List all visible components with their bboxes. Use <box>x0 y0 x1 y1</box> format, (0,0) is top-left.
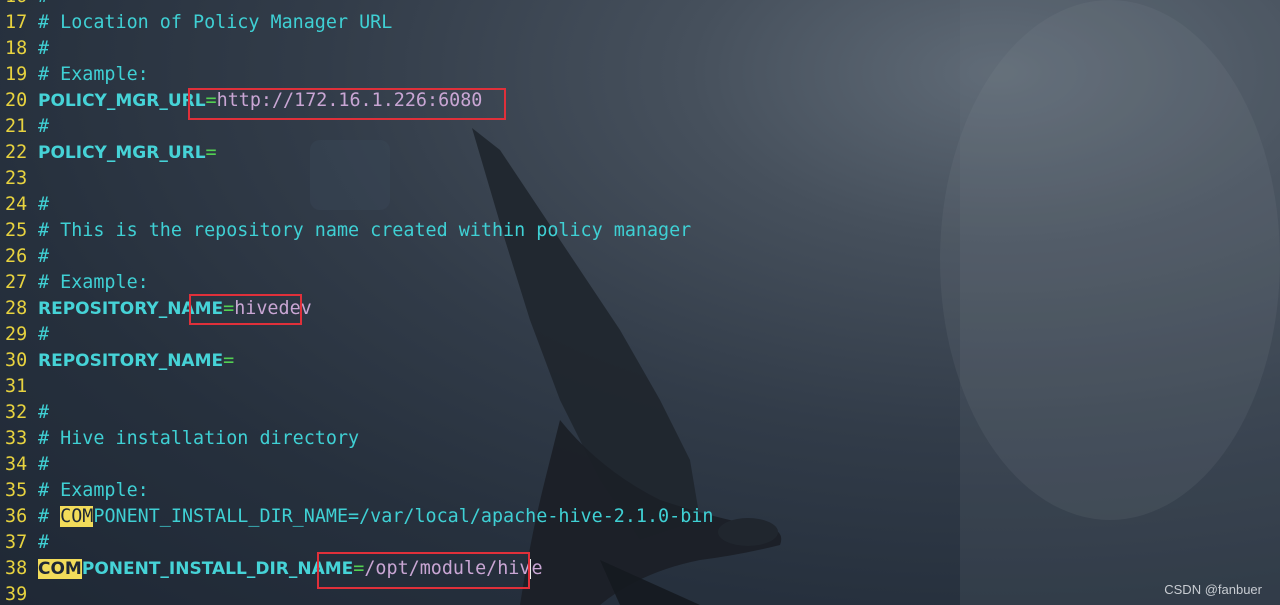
equals-sign: = <box>353 558 365 579</box>
line-number: 33 <box>5 428 28 449</box>
equals-sign: = <box>205 90 217 111</box>
editor-line: 37 # <box>0 530 1280 556</box>
line-number: 27 <box>5 272 28 293</box>
comment-text: # This is the repository name created wi… <box>38 220 692 241</box>
editor-line: 18 # <box>0 36 1280 62</box>
comment-text: PONENT_INSTALL_DIR_NAME=/var/local/apach… <box>93 506 714 527</box>
line-number: 21 <box>5 116 28 137</box>
config-value: hivedev <box>234 298 312 319</box>
editor-line: 33 # Hive installation directory <box>0 426 1280 452</box>
config-key: REPOSITORY_NAME <box>38 351 224 371</box>
comment-text: # Hive installation directory <box>38 428 360 449</box>
line-number: 34 <box>5 454 28 475</box>
comment-text: # <box>38 246 50 267</box>
comment-text: # Location of Policy Manager URL <box>38 12 393 33</box>
editor-line: 38 COMPONENT_INSTALL_DIR_NAME=/opt/module… <box>0 556 1280 582</box>
comment-text: # <box>38 454 50 475</box>
search-highlight: COM <box>60 506 94 527</box>
line-number: 36 <box>5 506 28 527</box>
equals-sign: = <box>223 298 235 319</box>
comment-text: # <box>38 0 49 7</box>
comment-text: # <box>38 324 50 345</box>
line-number: 23 <box>5 168 28 189</box>
line-number: 30 <box>5 350 28 371</box>
vim-editor[interactable]: 16# 17# Location of Policy Manager URL 1… <box>0 0 1280 605</box>
line-number: 31 <box>5 376 28 397</box>
editor-line: 34 # <box>0 452 1280 478</box>
equals-sign: = <box>223 350 235 371</box>
comment-text: # <box>38 532 50 553</box>
editor-line: 17 # Location of Policy Manager URL <box>0 10 1280 36</box>
comment-text: # <box>38 116 50 137</box>
line-number: 20 <box>5 90 28 111</box>
watermark: CSDN @fanbuer <box>1164 582 1262 597</box>
line-number: 39 <box>5 584 28 605</box>
line-number: 32 <box>5 402 28 423</box>
config-value-after-cursor: e <box>531 558 543 579</box>
comment-text: # Example: <box>38 64 149 85</box>
editor-line: 35 # Example: <box>0 478 1280 504</box>
comment-text: # <box>38 38 50 59</box>
line-number: 29 <box>5 324 28 345</box>
line-number: 28 <box>5 298 28 319</box>
line-number: 38 <box>5 558 28 579</box>
config-value: /opt/module/hiv <box>364 558 531 579</box>
editor-line: 20 POLICY_MGR_URL=http://172.16.1.226:608… <box>0 88 1280 114</box>
comment-prefix: # <box>38 506 61 527</box>
editor-line: 23 <box>0 166 1280 192</box>
search-highlight: COM <box>38 559 82 579</box>
editor-line: 22 POLICY_MGR_URL= <box>0 140 1280 166</box>
editor-line: 19 # Example: <box>0 62 1280 88</box>
line-number: 18 <box>5 38 28 59</box>
editor-line: 29 # <box>0 322 1280 348</box>
comment-text: # Example: <box>38 480 149 501</box>
line-number: 16 <box>0 0 38 10</box>
editor-line: 25 # This is the repository name created … <box>0 218 1280 244</box>
line-number: 26 <box>5 246 28 267</box>
line-number: 24 <box>5 194 28 215</box>
editor-line: 26 # <box>0 244 1280 270</box>
config-key: REPOSITORY_NAME <box>38 299 224 319</box>
config-key: POLICY_MGR_URL <box>38 91 206 111</box>
config-key: POLICY_MGR_URL <box>38 143 206 163</box>
editor-line: 27 # Example: <box>0 270 1280 296</box>
editor-line: 24 # <box>0 192 1280 218</box>
editor-line: 36 # COMPONENT_INSTALL_DIR_NAME=/var/loca… <box>0 504 1280 530</box>
editor-line: 31 <box>0 374 1280 400</box>
editor-line: 28 REPOSITORY_NAME=hivedev <box>0 296 1280 322</box>
editor-line: 30 REPOSITORY_NAME= <box>0 348 1280 374</box>
editor-line: 39 <box>0 582 1280 605</box>
line-number: 37 <box>5 532 28 553</box>
line-number: 35 <box>5 480 28 501</box>
editor-line: 16# <box>0 0 1280 10</box>
comment-text: # Example: <box>38 272 149 293</box>
config-value: http://172.16.1.226:6080 <box>216 90 483 111</box>
editor-line: 21 # <box>0 114 1280 140</box>
comment-text: # <box>38 194 50 215</box>
line-number: 22 <box>5 142 28 163</box>
comment-text: # <box>38 402 50 423</box>
line-number: 19 <box>5 64 28 85</box>
editor-line: 32 # <box>0 400 1280 426</box>
line-number: 17 <box>5 12 28 33</box>
equals-sign: = <box>205 142 217 163</box>
config-key: PONENT_INSTALL_DIR_NAME <box>81 559 354 579</box>
line-number: 25 <box>5 220 28 241</box>
